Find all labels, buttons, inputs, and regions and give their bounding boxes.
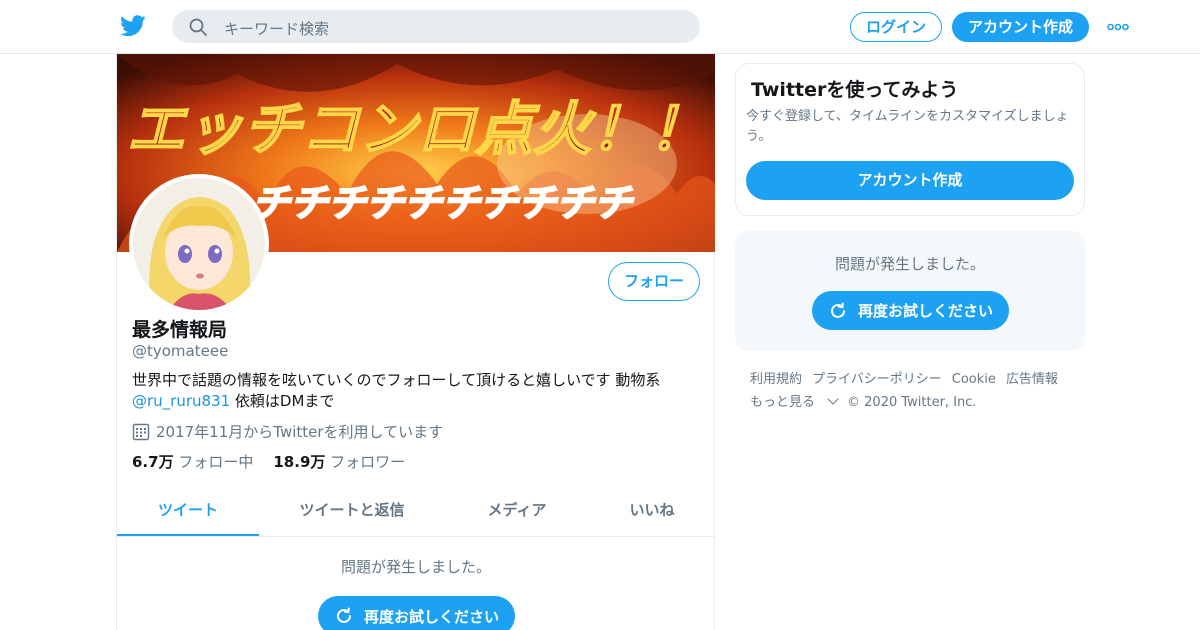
profile-column: エッチコンロ点火！！ チチチチチチチチチチ フォロー 最多情報局 @tyomat… xyxy=(116,54,715,630)
followers-label: フォロワー xyxy=(330,453,406,471)
footer-link-cookie[interactable]: Cookie xyxy=(952,368,996,391)
top-nav: キーワード検索 ログイン アカウント作成 xyxy=(0,0,1200,54)
sidebar-error-box: 問題が発生しました。 再度お試しください xyxy=(735,231,1085,351)
tab-tweets-replies[interactable]: ツイートと返信 xyxy=(287,490,417,536)
joined-date: 2017年11月からTwitterを利用しています xyxy=(132,421,443,442)
chevron-down-icon xyxy=(827,393,839,405)
signup-card-description: 今すぐ登録して、タイムラインをカスタマイズしましょう。 xyxy=(746,109,1069,144)
follow-button[interactable]: フォロー xyxy=(608,262,700,301)
timeline-retry-label: 再度お試しください xyxy=(363,607,499,626)
profile-stats: 6.7万 フォロー中 18.9万 フォロワー xyxy=(132,451,425,472)
footer-link-ads[interactable]: 広告情報 xyxy=(1006,368,1058,391)
bio-suffix: 依頼はDMまで xyxy=(230,392,335,410)
footer-more-link[interactable]: もっと見る xyxy=(750,391,839,414)
refresh-icon xyxy=(831,302,845,318)
timeline-retry-button[interactable]: 再度お試しください xyxy=(318,596,515,630)
following-label: フォロー中 xyxy=(178,453,254,471)
profile-tabs: ツイート ツイートと返信 メディア いいね xyxy=(117,490,715,537)
search-bar[interactable]: キーワード検索 xyxy=(172,10,700,43)
sidebar-retry-label: 再度お試しください xyxy=(857,302,993,320)
footer-link-terms[interactable]: 利用規約 xyxy=(750,368,802,391)
twitter-bird-icon[interactable] xyxy=(120,14,146,38)
footer-copyright: © 2020 Twitter, Inc. xyxy=(847,395,977,410)
login-button[interactable]: ログイン xyxy=(850,12,942,42)
followers-count: 18.9万 xyxy=(273,453,326,471)
signup-card: Twitterを使ってみよう 今すぐ登録して、タイムラインをカスタマイズしましょ… xyxy=(735,63,1085,216)
display-name[interactable]: 最多情報局 xyxy=(132,315,227,342)
avatar-image xyxy=(133,178,265,310)
footer-link-privacy[interactable]: プライバシーポリシー xyxy=(812,368,942,391)
avatar[interactable] xyxy=(129,174,269,314)
tab-tweets[interactable]: ツイート xyxy=(117,490,259,536)
search-icon xyxy=(189,18,207,36)
followers-stat[interactable]: 18.9万 フォロワー xyxy=(273,451,405,472)
banner-subline: チチチチチチチチチチ xyxy=(252,181,634,225)
tab-media[interactable]: メディア xyxy=(473,490,561,536)
signup-card-button[interactable]: アカウント作成 xyxy=(746,161,1074,200)
signup-button[interactable]: アカウント作成 xyxy=(952,12,1089,42)
following-count: 6.7万 xyxy=(132,453,174,471)
bio-mention-link[interactable]: @ru_ruru831 xyxy=(132,392,230,410)
search-input[interactable]: キーワード検索 xyxy=(224,18,329,39)
footer-more-label: もっと見る xyxy=(750,395,816,410)
bio-text: 世界中で話題の情報を呟いていくのでフォローして頂けると嬉しいです 動物系 xyxy=(132,371,661,389)
more-icon[interactable] xyxy=(1107,22,1129,32)
joined-text: 2017年11月からTwitterを利用しています xyxy=(156,423,444,441)
user-handle[interactable]: @tyomateee xyxy=(132,342,228,360)
sidebar-footer: 利用規約 プライバシーポリシー Cookie 広告情報 もっと見る © 2020… xyxy=(750,368,1080,414)
calendar-icon xyxy=(132,423,150,440)
tab-likes[interactable]: いいね xyxy=(613,490,691,536)
signup-card-title: Twitterを使ってみよう xyxy=(751,79,959,101)
refresh-icon xyxy=(337,607,351,623)
following-stat[interactable]: 6.7万 フォロー中 xyxy=(132,451,253,472)
sidebar-error-text: 問題が発生しました。 xyxy=(834,255,985,273)
profile-bio: 世界中で話題の情報を呟いていくのでフォローして頂けると嬉しいです 動物系 @ru… xyxy=(132,370,702,412)
timeline-error-text: 問題が発生しました。 xyxy=(340,558,491,576)
sidebar-retry-button[interactable]: 再度お試しください xyxy=(812,291,1009,330)
banner-headline: エッチコンロ点火！！ xyxy=(127,95,707,163)
